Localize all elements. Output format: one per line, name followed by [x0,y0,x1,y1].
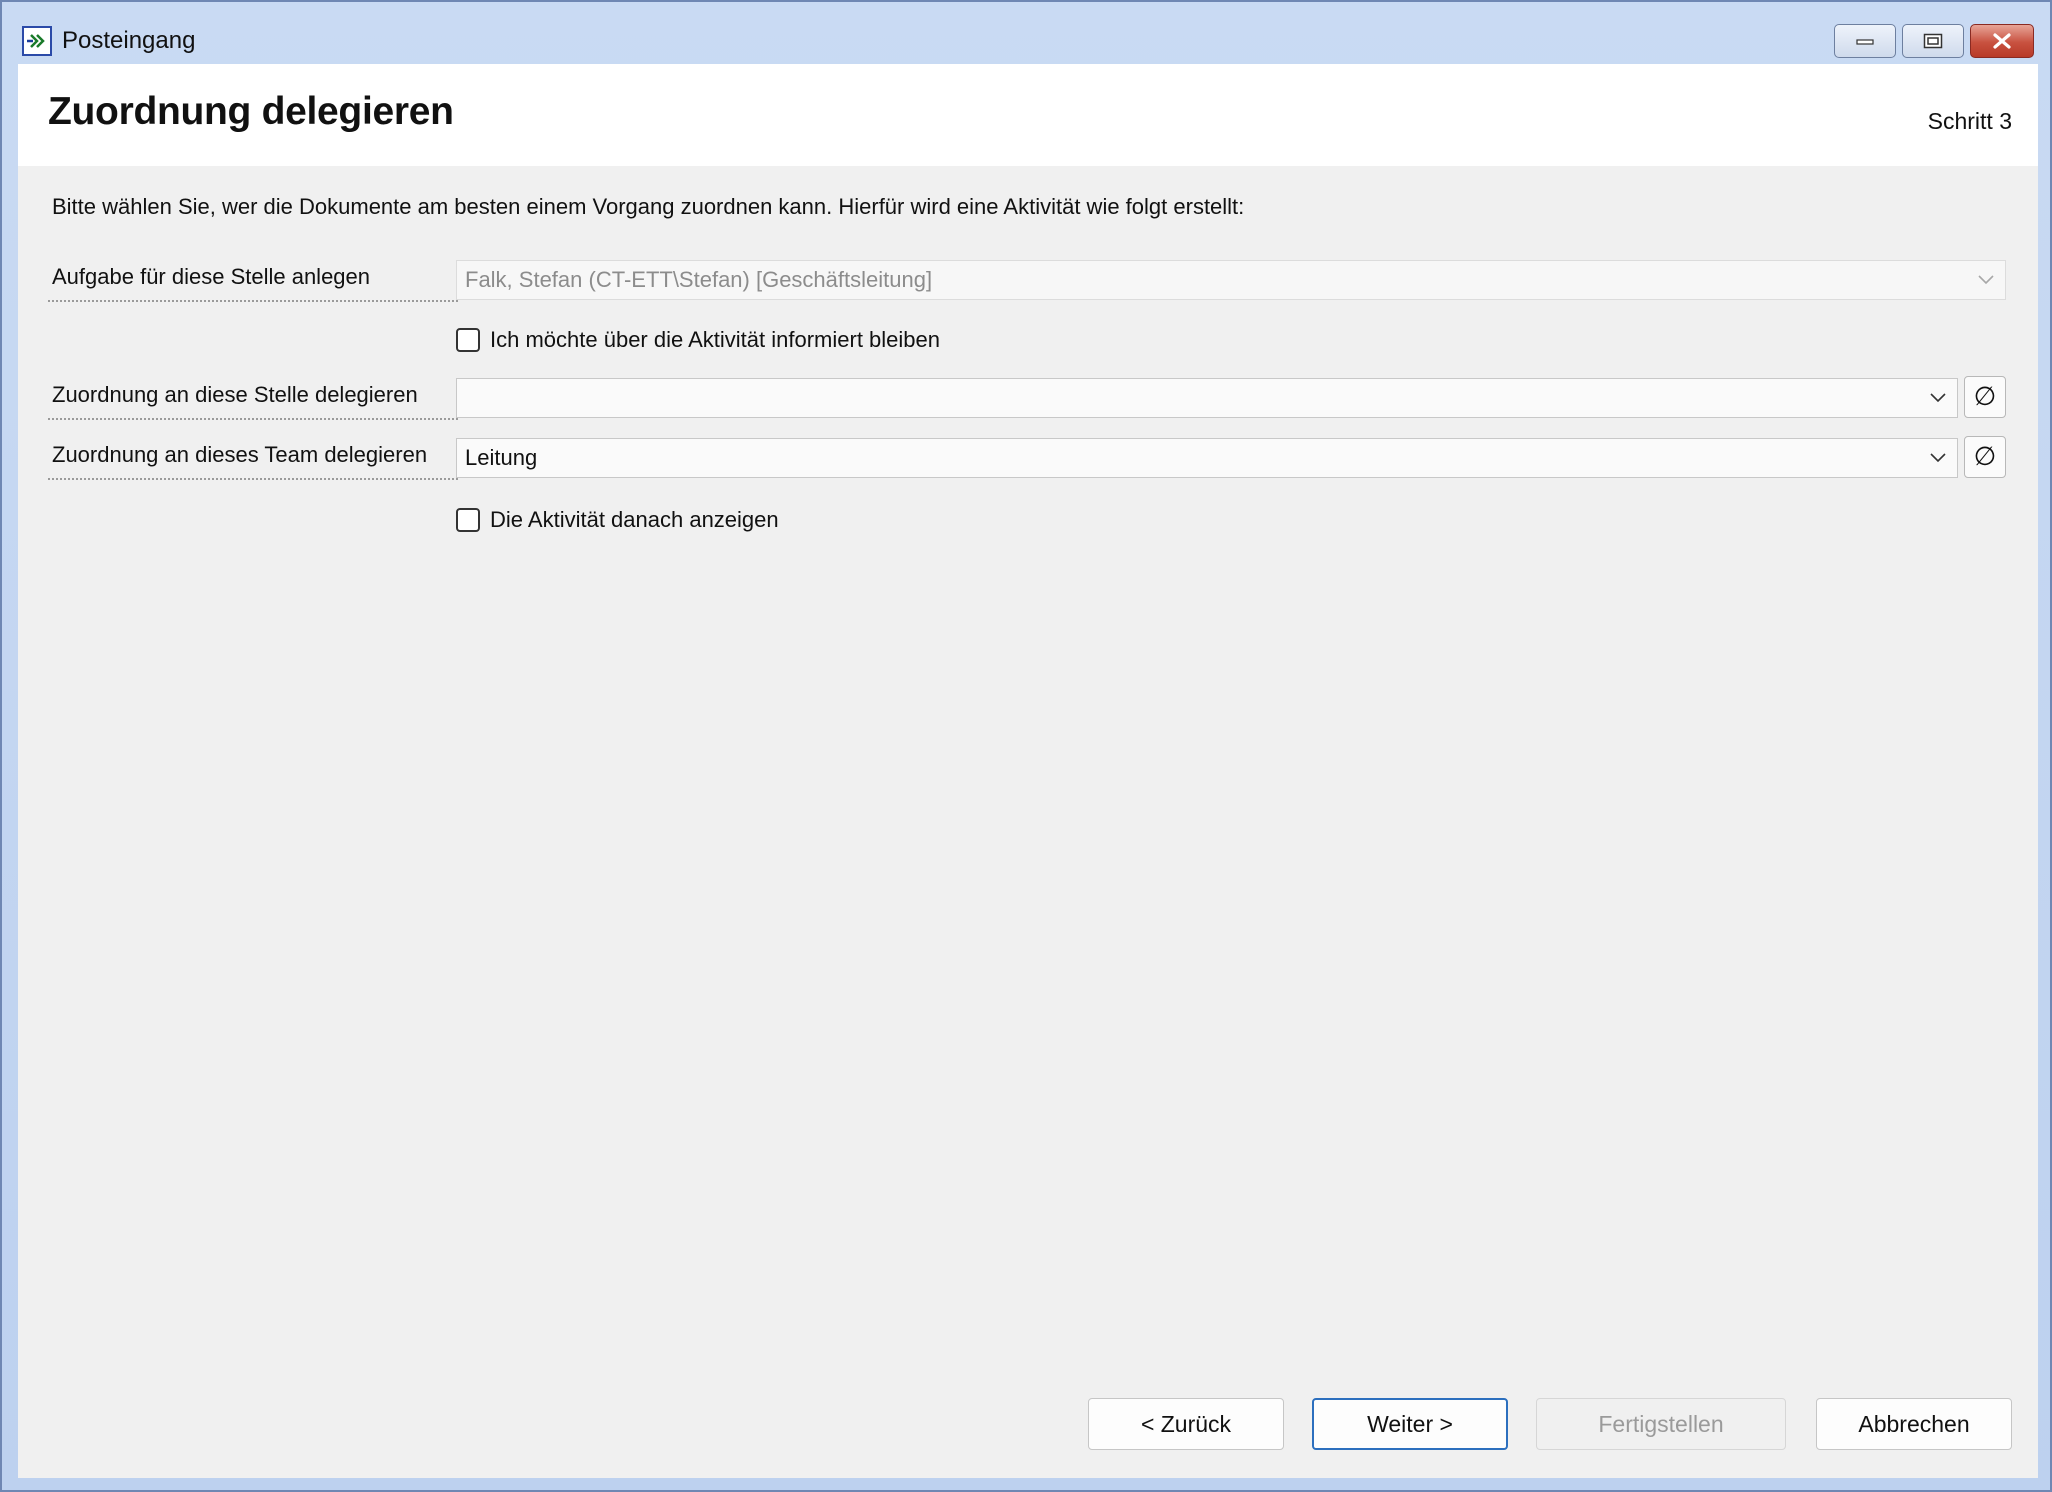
clear-icon: ∅ [1973,381,1997,411]
restore-icon [1923,33,1943,49]
restore-button[interactable] [1902,24,1964,58]
finish-button: Fertigstellen [1536,1398,1786,1450]
delegate-team-label: Zuordnung an dieses Team delegieren [48,438,458,480]
title-bar[interactable]: Posteingang [2,2,2050,62]
close-button[interactable] [1970,24,2034,58]
delegate-position-label: Zuordnung an diese Stelle delegieren [48,378,458,420]
show-activity-checkbox-label[interactable]: Die Aktivität danach anzeigen [490,506,779,534]
task-combobox: Falk, Stefan (CT-ETT\Stefan) [Geschäftsl… [456,260,2006,300]
back-button[interactable]: < Zurück [1088,1398,1284,1450]
window-title: Posteingang [62,27,196,54]
inform-checkbox[interactable] [456,328,480,352]
cancel-button[interactable]: Abbrechen [1816,1398,2012,1450]
chevron-down-icon[interactable] [1929,391,1947,403]
clear-team-button[interactable]: ∅ [1964,436,2006,478]
step-indicator: Schritt 3 [1927,108,2012,134]
task-value: Falk, Stefan (CT-ETT\Stefan) [Geschäftsl… [465,267,933,292]
inform-checkbox-label[interactable]: Ich möchte über die Aktivität informiert… [490,326,940,354]
close-icon [1993,33,2011,49]
inbox-arrow-icon [22,26,52,56]
next-button[interactable]: Weiter > [1312,1398,1508,1450]
chevron-down-icon[interactable] [1929,451,1947,463]
minimize-button[interactable] [1834,24,1896,58]
delegate-position-combobox[interactable] [456,378,1958,418]
intro-text: Bitte wählen Sie, wer die Dokumente am b… [52,194,1245,219]
page-title: Zuordnung delegieren [48,90,454,133]
delegate-team-combobox[interactable]: Leitung [456,438,1958,478]
wizard-window: Posteingang Zuordnung delegieren Schritt… [0,0,2052,1492]
show-activity-checkbox[interactable] [456,508,480,532]
task-label: Aufgabe für diese Stelle anlegen [48,260,458,302]
dialog-client-area: Zuordnung delegieren Schritt 3 Bitte wäh… [18,64,2038,1478]
clear-icon: ∅ [1973,441,1997,471]
wizard-header: Zuordnung delegieren Schritt 3 [18,64,2038,166]
minimize-icon [1856,39,1874,45]
chevron-down-icon [1978,275,1994,285]
clear-position-button[interactable]: ∅ [1964,376,2006,418]
delegate-team-value: Leitung [465,445,538,470]
